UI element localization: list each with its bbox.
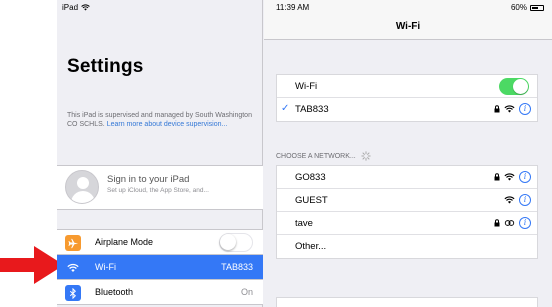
- nav-title: Wi-Fi: [395, 21, 421, 32]
- network-name: GO833: [295, 172, 326, 183]
- ipad-screen: iPad Settings This iPad is supervised an…: [57, 0, 552, 307]
- info-icon[interactable]: i: [519, 171, 531, 183]
- settings-sidebar: iPad Settings This iPad is supervised an…: [57, 0, 263, 307]
- lock-icon: [494, 173, 500, 181]
- wifi-signal-icon: [504, 196, 515, 204]
- wifi-icon: [65, 260, 81, 276]
- sidebar-item-wifi[interactable]: Wi-Fi TAB833: [57, 255, 263, 280]
- wifi-label: Wi-Fi: [295, 81, 318, 92]
- lock-icon: [494, 219, 500, 227]
- sidebar-item-label: Bluetooth: [95, 287, 134, 297]
- airplane-mode-toggle[interactable]: [219, 233, 253, 252]
- page-title: Settings: [67, 56, 144, 77]
- signin-row[interactable]: Sign in to your iPad Set up iCloud, the …: [57, 165, 263, 210]
- sidebar-item-label: Airplane Mode: [95, 237, 154, 247]
- personal-hotspot-icon: [504, 220, 515, 226]
- checkmark-icon: ✓: [281, 103, 290, 114]
- info-icon[interactable]: i: [519, 103, 531, 115]
- connected-network-row[interactable]: ✓ TAB833 i: [277, 98, 537, 121]
- device-label: iPad: [62, 3, 79, 12]
- loading-spinner-icon: [361, 151, 371, 161]
- signin-subtitle: Set up iCloud, the App Store, and...: [107, 187, 209, 194]
- signin-title: Sign in to your iPad: [107, 174, 190, 185]
- section-header-label: CHOOSE A NETWORK...: [276, 152, 356, 160]
- sidebar-item-value: TAB833: [221, 262, 253, 272]
- battery-icon: [530, 4, 544, 11]
- network-row-guest[interactable]: GUEST i: [277, 189, 537, 212]
- network-icons: i: [494, 103, 531, 115]
- network-list: GO833 i GUEST i tave i Other...: [276, 165, 538, 259]
- wifi-toggle[interactable]: [499, 78, 529, 95]
- supervision-notice: This iPad is supervised and managed by S…: [67, 112, 257, 129]
- info-icon[interactable]: i: [519, 217, 531, 229]
- choose-network-header: CHOOSE A NETWORK...: [276, 151, 371, 161]
- network-row-go833[interactable]: GO833 i: [277, 166, 537, 189]
- battery-status: 60%: [511, 3, 544, 12]
- bluetooth-icon: [65, 285, 81, 301]
- settings-menu: Airplane Mode Wi-Fi TAB833 Bluetooth On: [57, 229, 263, 305]
- wifi-status-icon: [81, 4, 90, 11]
- airplane-icon: [65, 235, 81, 251]
- wifi-signal-icon: [504, 105, 515, 113]
- network-name: tave: [295, 218, 313, 229]
- status-time: 11:39 AM: [276, 3, 310, 12]
- supervision-learn-more-link[interactable]: Learn more about device supervision...: [107, 121, 228, 128]
- network-row-tave[interactable]: tave i: [277, 212, 537, 235]
- wifi-signal-icon: [504, 173, 515, 181]
- info-icon[interactable]: i: [519, 194, 531, 206]
- wifi-toggle-row: Wi-Fi: [277, 75, 537, 98]
- avatar: [65, 170, 99, 204]
- sidebar-item-bluetooth[interactable]: Bluetooth On: [57, 280, 263, 305]
- red-arrow-icon: [0, 246, 64, 284]
- nav-bar: 11:39 AM 60% Wi-Fi: [264, 0, 552, 40]
- network-row-other[interactable]: Other...: [277, 235, 537, 258]
- network-name: TAB833: [295, 104, 329, 115]
- sidebar-item-value: On: [240, 287, 253, 297]
- battery-percent: 60%: [510, 3, 527, 12]
- wifi-detail-pane: 11:39 AM 60% Wi-Fi Wi-Fi ✓ TAB833 i CHOO…: [264, 0, 552, 307]
- network-name: GUEST: [295, 195, 328, 206]
- network-name: Other...: [295, 241, 327, 252]
- lock-icon: [494, 105, 500, 113]
- wifi-toggle-group: Wi-Fi ✓ TAB833 i: [276, 74, 538, 122]
- ask-to-join-group: [276, 297, 538, 307]
- status-bar-left: iPad: [62, 3, 90, 12]
- sidebar-item-label: Wi-Fi: [95, 262, 116, 272]
- sidebar-item-airplane-mode[interactable]: Airplane Mode: [57, 230, 263, 255]
